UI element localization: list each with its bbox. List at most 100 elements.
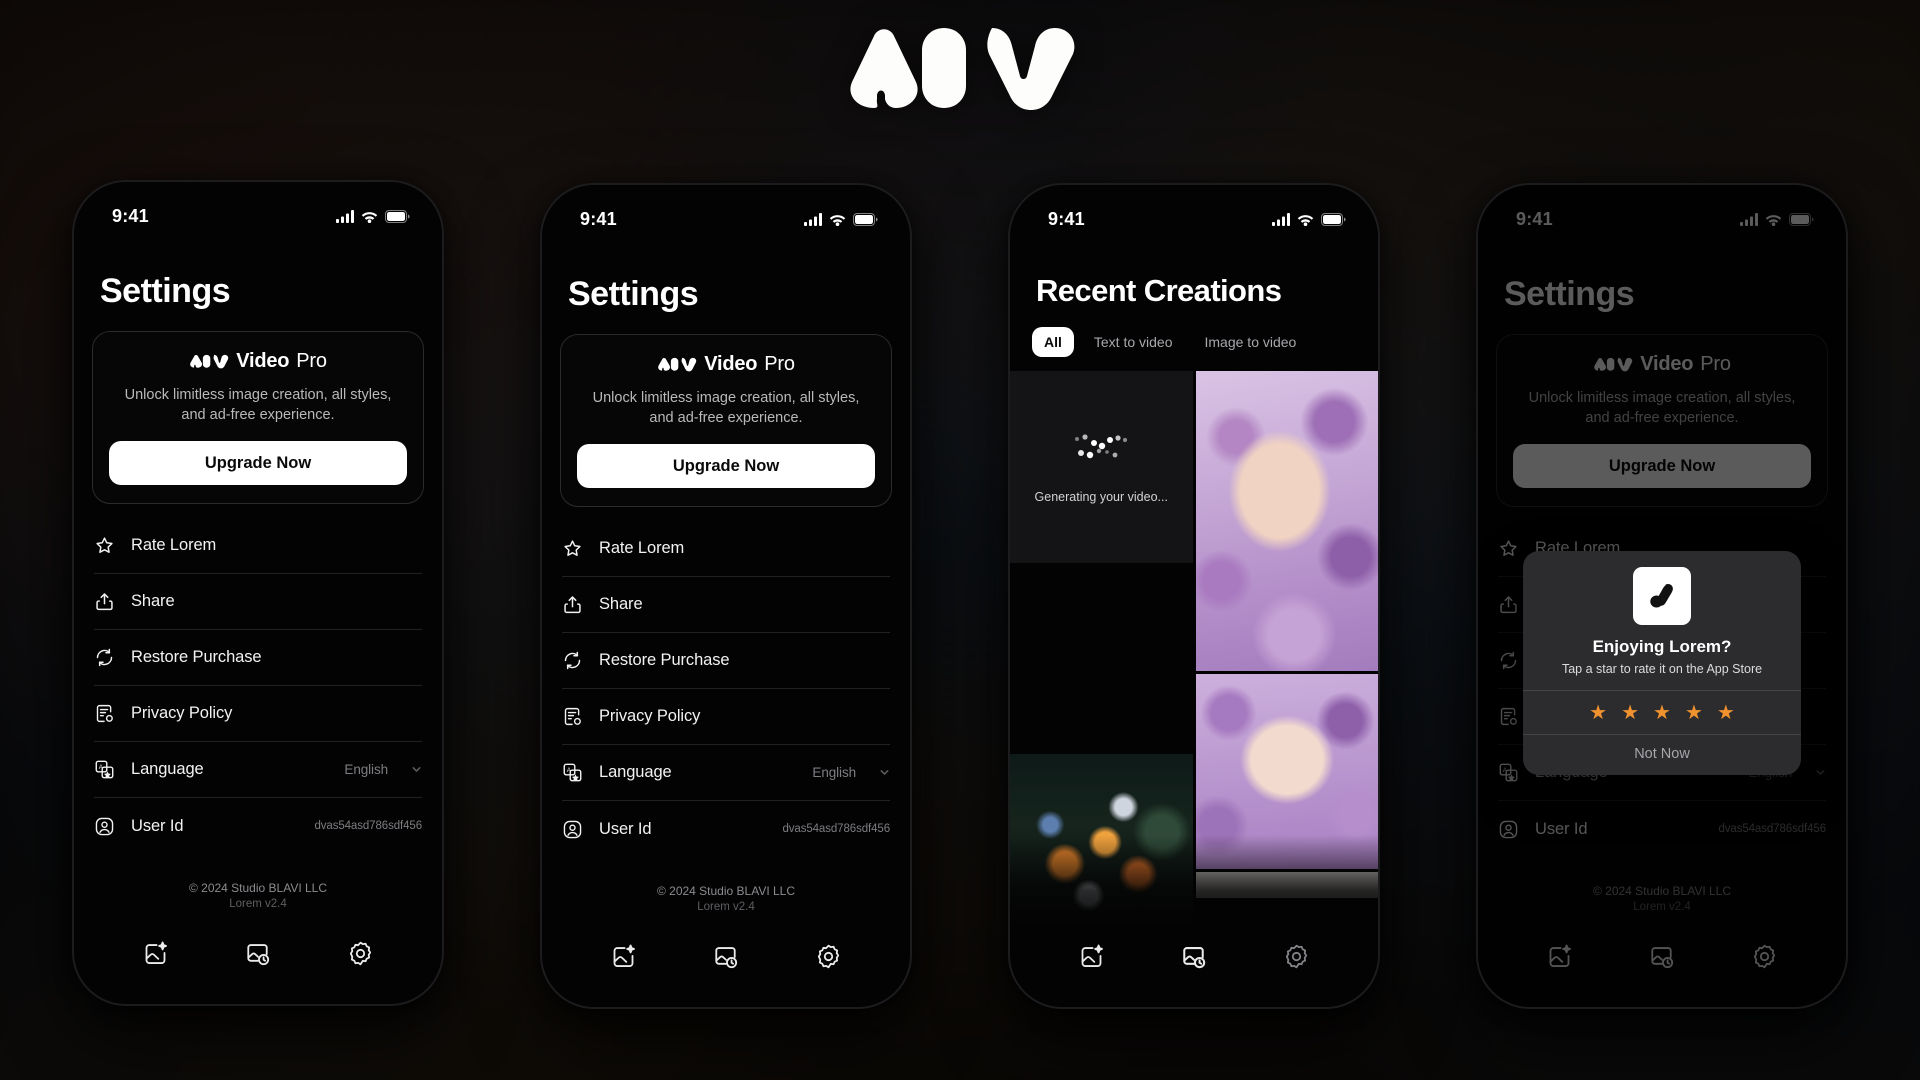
settings-row-label: Restore Purchase [599,651,730,669]
settings-row-language[interactable]: A Language English [94,742,422,798]
settings-row-label: User Id [599,819,652,838]
aiv-mark-icon [658,357,697,372]
settings-row-label: Language [599,763,672,781]
portrait-headphones-thumbnail[interactable] [1195,371,1378,671]
gear-icon[interactable] [815,943,842,970]
page-title: Settings [100,272,231,310]
upgrade-now-button[interactable]: Upgrade Now [109,441,407,485]
page-title: Settings [568,275,699,313]
promo-brand: Video Pro [109,350,407,373]
share-icon [564,596,581,614]
rating-star-4[interactable]: ★ [1685,703,1703,723]
tab-bar [542,931,910,1007]
wifi-icon [829,214,846,226]
footer: © 2024 Studio BLAVI LLC Lorem v2.4 [542,884,910,931]
rating-star-5[interactable]: ★ [1717,703,1735,723]
settings-row-share[interactable]: Share [94,574,422,630]
dialog-title: Enjoying Lorem? [1592,637,1732,656]
partial-thumbnail[interactable] [1195,872,1378,898]
status-icons [1272,212,1346,226]
portrait-headphones-2-thumbnail[interactable] [1195,674,1378,869]
recent-creations-icon[interactable] [244,940,271,967]
promo-tier: Pro [764,353,795,375]
rating-stars: ★ ★ ★ ★ ★ [1523,690,1801,734]
gear-icon[interactable] [347,940,374,967]
cellular-icon [1272,212,1290,226]
promo-name: Video [236,350,290,372]
recent-creations-icon[interactable] [1180,943,1207,970]
app-icon [1633,567,1691,625]
rating-star-2[interactable]: ★ [1621,703,1639,723]
generating-label: Generating your video... [1034,489,1168,504]
page-title: Recent Creations [1036,273,1282,308]
phone-settings-2: 9:41 Settings Video Pro Unlock limitless… [540,183,912,1009]
settings-row-userid[interactable]: User Id dvas54asd786sdf456 [562,801,890,857]
dialog-subtitle: Tap a star to rate it on the App Store [1561,662,1763,676]
app-logo-icon [1650,583,1673,608]
phone-settings-1: 9:41 Settings Video Pro Unlock limitless… [72,180,444,1006]
creations-column-right [1195,371,1378,931]
status-time: 9:41 [1048,208,1085,229]
privacy-icon [96,704,113,723]
phone-recent-creations: 9:41 Recent Creations All Text to video … [1008,183,1380,1009]
promo-subtitle: Unlock limitless image creation, all sty… [592,390,860,426]
create-image-icon[interactable] [1078,943,1105,970]
settings-row-privacy[interactable]: Privacy Policy [94,686,422,742]
chevron-down-icon [412,767,421,772]
creations-grid: Generating your video... [1010,371,1378,931]
screen-recent-creations: 9:41 Recent Creations All Text to video … [1010,185,1378,1007]
creations-column-left: Generating your video... [1010,371,1193,931]
settings-row-privacy[interactable]: Privacy Policy [562,689,890,745]
user-icon [95,817,114,835]
settings-row-label: User Id [131,816,184,835]
footer-copyright: © 2024 Studio BLAVI LLC [188,881,328,895]
rate-app-dialog: Enjoying Lorem? Tap a star to rate it on… [1523,551,1801,775]
not-now-button[interactable]: Not Now [1523,734,1801,775]
settings-row-restore[interactable]: Restore Purchase [94,630,422,686]
aiv-mark-icon [190,354,229,369]
status-bar: 9:41 [542,185,910,239]
settings-row-restore[interactable]: Restore Purchase [562,633,890,689]
settings-row-share[interactable]: Share [562,577,890,633]
gear-icon[interactable] [1283,943,1310,970]
battery-icon [385,209,410,223]
share-icon [96,593,113,611]
status-bar: 9:41 [1010,185,1378,239]
screen-settings-2: 9:41 Settings Video Pro Unlock limitless… [542,185,910,1007]
croissant-thumbnail[interactable] [1010,566,1193,751]
tab-bar [74,928,442,1004]
rating-star-1[interactable]: ★ [1589,703,1607,723]
filter-chip-image-to-video[interactable]: Image to video [1193,327,1309,357]
flowers-thumbnail[interactable] [1010,753,1193,931]
language-value: English [812,765,856,780]
status-icons [336,209,410,223]
language-value: English [344,762,388,777]
settings-row-rate[interactable]: Rate Lorem [562,521,890,577]
status-bar: 9:41 [74,182,442,236]
screen-settings-1: 9:41 Settings Video Pro Unlock limitless… [74,182,442,1004]
settings-row-userid[interactable]: User Id dvas54asd786sdf456 [94,798,422,854]
status-time: 9:41 [580,208,617,229]
create-image-icon[interactable] [610,943,637,970]
settings-row-label: Rate Lorem [131,536,217,554]
user-icon [563,820,582,838]
upgrade-now-button[interactable]: Upgrade Now [577,444,875,488]
tab-bar [1010,931,1378,1007]
cellular-icon [804,212,822,226]
cellular-icon [336,209,354,223]
settings-row-language[interactable]: A Language English [562,745,890,801]
rating-star-3[interactable]: ★ [1653,703,1671,723]
settings-row-label: Language [131,760,204,778]
settings-row-rate[interactable]: Rate Lorem [94,518,422,574]
create-image-icon[interactable] [142,940,169,967]
wifi-icon [361,211,378,223]
filter-chips: All Text to video Image to video [1010,309,1378,371]
phone-settings-rate-dialog: 9:41 Settings Video Pro Unlock limitless… [1476,183,1848,1009]
recent-creations-icon[interactable] [712,943,739,970]
status-icons [804,212,878,226]
generating-placeholder-tile[interactable]: Generating your video... [1010,371,1193,563]
language-icon: A [563,763,582,782]
filter-chip-text-to-video[interactable]: Text to video [1082,327,1185,357]
filter-chip-all[interactable]: All [1032,327,1074,357]
language-icon: A [95,760,114,779]
